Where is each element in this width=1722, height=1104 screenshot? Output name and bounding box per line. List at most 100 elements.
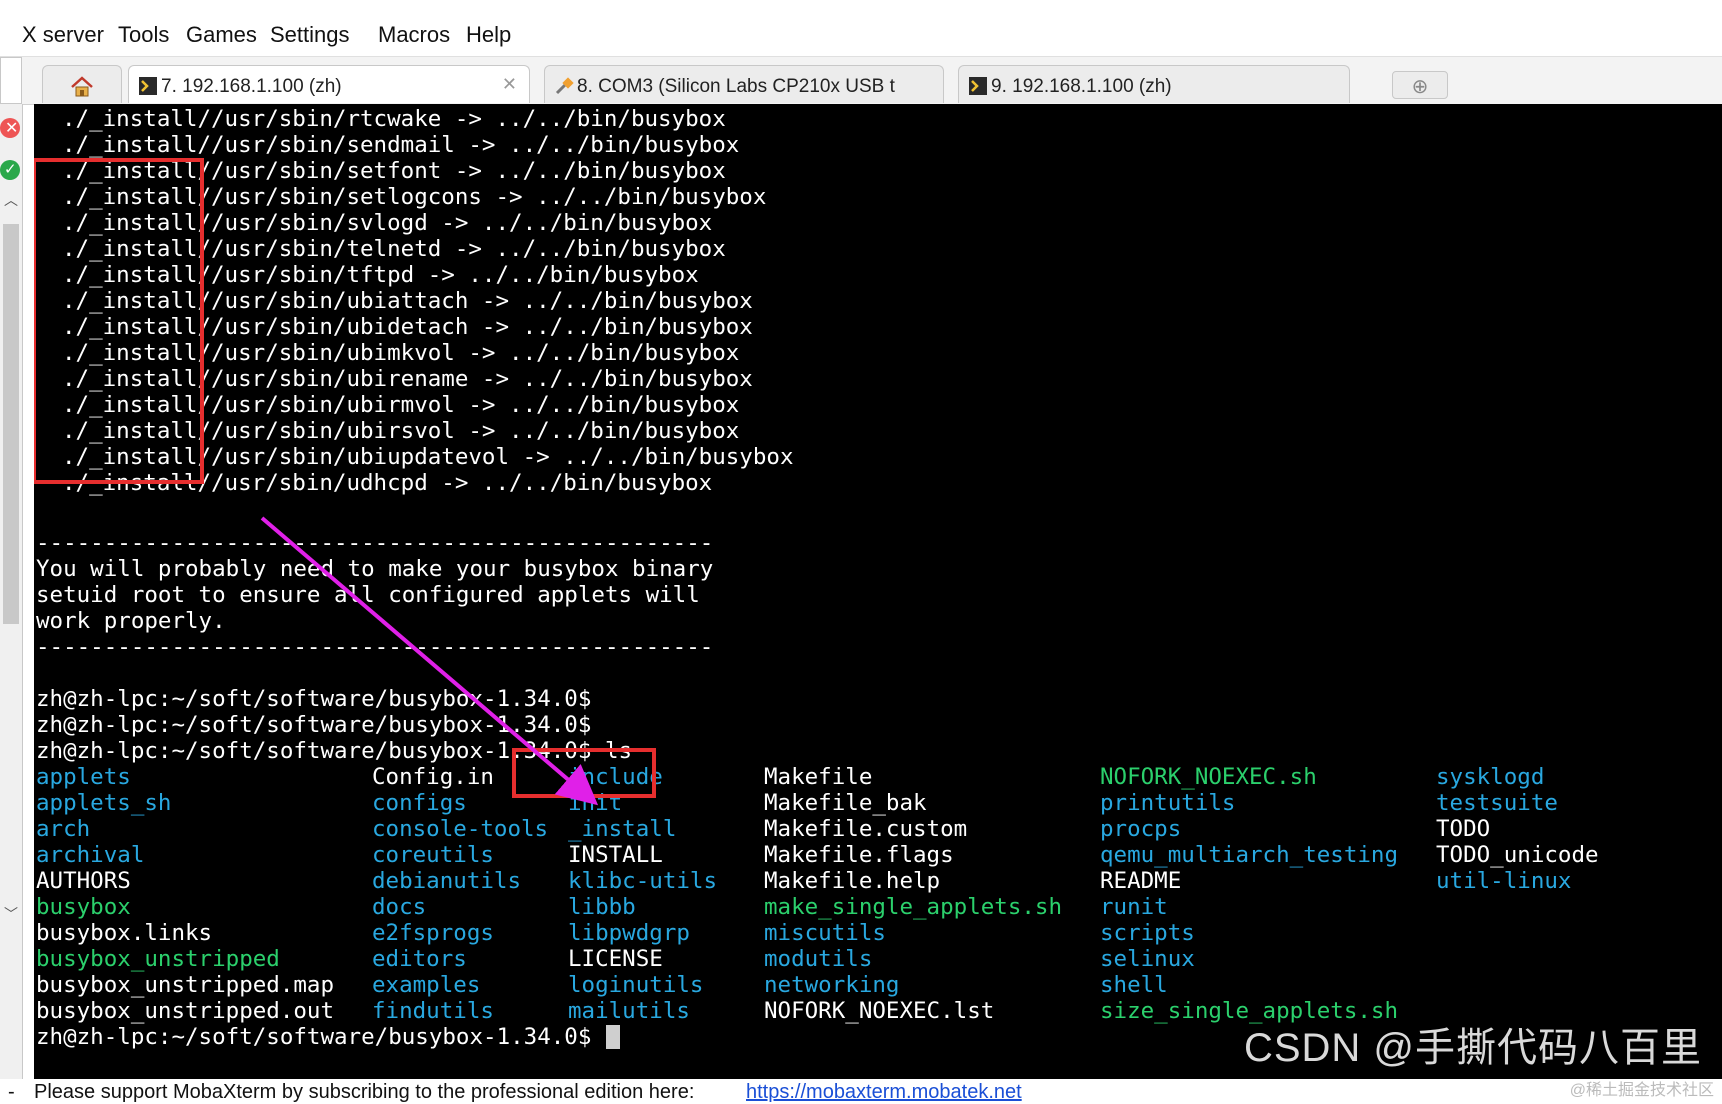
- new-tab-button[interactable]: ⊕: [1392, 71, 1448, 99]
- ls-entry: selinux: [1100, 946, 1195, 972]
- ls-entry: procps: [1100, 816, 1182, 842]
- ls-entry: TODO: [1436, 816, 1491, 842]
- ls-entry: busybox: [36, 894, 131, 920]
- ls-entry: findutils: [372, 998, 494, 1024]
- plus-icon: ⊕: [1411, 76, 1429, 98]
- ls-entry: _install: [568, 816, 677, 842]
- ls-entry: NOFORK_NOEXEC.lst: [764, 998, 995, 1024]
- annotation-red-box-install-prefix: [34, 158, 204, 484]
- home-tab[interactable]: [42, 65, 122, 103]
- terminal-icon: [969, 77, 987, 95]
- separator-line: ----------------------------------------…: [36, 530, 714, 556]
- ls-entry: qemu_multiarch_testing: [1100, 842, 1399, 868]
- ls-entry: Makefile_bak: [764, 790, 927, 816]
- prompt-line: zh@zh-lpc:~/soft/software/busybox-1.34.0…: [36, 686, 592, 712]
- ls-entry: shell: [1100, 972, 1168, 998]
- ls-entry: Makefile.custom: [764, 816, 968, 842]
- ls-entry: runit: [1100, 894, 1168, 920]
- ls-entry: libbb: [568, 894, 636, 920]
- ls-entry: Makefile: [764, 764, 873, 790]
- ls-entry: modutils: [764, 946, 873, 972]
- ls-entry: INSTALL: [568, 842, 663, 868]
- ls-entry: sysklogd: [1436, 764, 1545, 790]
- ls-entry: Makefile.flags: [764, 842, 954, 868]
- message-line: setuid root to ensure all configured app…: [36, 582, 700, 608]
- message-line: work properly.: [36, 608, 226, 634]
- terminal-cursor: [605, 1025, 620, 1049]
- prompt-line: zh@zh-lpc:~/soft/software/busybox-1.34.0…: [36, 1024, 592, 1050]
- install-output-line: ./_install//usr/sbin/rtcwake -> ../../bi…: [62, 106, 726, 132]
- terminal-icon: [139, 77, 157, 95]
- menu-x-server[interactable]: X server: [22, 22, 104, 48]
- serial-plug-icon: [555, 77, 574, 95]
- scroll-down-icon[interactable]: ﹀: [4, 904, 18, 924]
- ls-entry: Config.in: [372, 764, 494, 790]
- menu-macros[interactable]: Macros: [378, 22, 450, 48]
- ls-entry: testsuite: [1436, 790, 1558, 816]
- tab-session-7[interactable]: 7. 192.168.1.100 (zh) ✕: [128, 65, 530, 103]
- ls-entry: applets_sh: [36, 790, 172, 816]
- ls-entry: libpwdgrp: [568, 920, 690, 946]
- ls-entry: configs: [372, 790, 467, 816]
- ls-entry: busybox_unstripped.map: [36, 972, 335, 998]
- ls-entry: make_single_applets.sh: [764, 894, 1063, 920]
- ls-entry: archival: [36, 842, 145, 868]
- watermark-small: @稀土掘金技术社区: [1569, 1082, 1714, 1099]
- install-output-line: ./_install//usr/sbin/sendmail -> ../../b…: [62, 132, 740, 158]
- separator-line: ----------------------------------------…: [36, 634, 714, 660]
- ls-entry: AUTHORS: [36, 868, 131, 894]
- scrollbar-thumb[interactable]: [3, 224, 19, 624]
- ls-entry: busybox_unstripped: [36, 946, 280, 972]
- prompt-line: zh@zh-lpc:~/soft/software/busybox-1.34.0…: [36, 712, 592, 738]
- tab-session-8[interactable]: 8. COM3 (Silicon Labs CP210x USB t: [544, 65, 944, 103]
- tab-label: 8. COM3 (Silicon Labs CP210x USB t: [577, 76, 895, 97]
- ls-entry: mailutils: [568, 998, 690, 1024]
- watermark: CSDN @手撕代码八百里: [1243, 1026, 1702, 1070]
- menu-tools[interactable]: Tools: [118, 22, 169, 48]
- home-icon: [71, 76, 93, 97]
- ok-status-icon: ✓: [0, 160, 20, 180]
- terminal-view[interactable]: ./_install//usr/sbin/rtcwake -> ../../bi…: [34, 104, 1722, 1079]
- ls-entry: util-linux: [1436, 868, 1572, 894]
- ls-entry: Makefile.help: [764, 868, 941, 894]
- error-status-icon: ✕: [0, 118, 20, 138]
- ls-entry: loginutils: [568, 972, 704, 998]
- ls-entry: busybox.links: [36, 920, 213, 946]
- left-sidebar: ✕ ✓ ︿ ﹀: [0, 104, 23, 1084]
- sidebar-header: [0, 57, 22, 104]
- ls-entry: editors: [372, 946, 467, 972]
- menu-games[interactable]: Games: [186, 22, 257, 48]
- tab-label: 7. 192.168.1.100 (zh): [161, 76, 342, 97]
- ls-entry: klibc-utils: [568, 868, 718, 894]
- ls-entry: e2fsprogs: [372, 920, 494, 946]
- ls-entry: examples: [372, 972, 481, 998]
- status-message: Please support MobaXterm by subscribing …: [34, 1081, 695, 1103]
- ls-entry: NOFORK_NOEXEC.sh: [1100, 764, 1317, 790]
- ls-entry: busybox_unstripped.out: [36, 998, 335, 1024]
- ls-entry: debianutils: [372, 868, 522, 894]
- menu-settings[interactable]: Settings: [270, 22, 350, 48]
- tab-session-9[interactable]: 9. 192.168.1.100 (zh): [958, 65, 1350, 103]
- message-line: You will probably need to make your busy…: [36, 556, 714, 582]
- ls-entry: networking: [764, 972, 900, 998]
- close-icon[interactable]: ✕: [502, 74, 517, 95]
- ls-entry: printutils: [1100, 790, 1236, 816]
- menu-bar: X server Tools Games Settings Macros Hel…: [0, 0, 1722, 57]
- ls-entry: coreutils: [372, 842, 494, 868]
- ls-entry: scripts: [1100, 920, 1195, 946]
- menu-help[interactable]: Help: [466, 22, 511, 48]
- ls-entry: TODO_unicode: [1436, 842, 1599, 868]
- annotation-red-box-install-dir: [512, 748, 656, 798]
- status-bullet: -: [8, 1081, 15, 1103]
- ls-entry: miscutils: [764, 920, 886, 946]
- ls-entry: docs: [372, 894, 427, 920]
- mobaxterm-link[interactable]: https://mobaxterm.mobatek.net: [746, 1081, 1022, 1104]
- ls-entry: LICENSE: [568, 946, 663, 972]
- scroll-up-icon[interactable]: ︿: [4, 190, 18, 210]
- tab-bar: 7. 192.168.1.100 (zh) ✕ 8. COM3 (Silicon…: [0, 57, 1722, 105]
- ls-entry: README: [1100, 868, 1182, 894]
- ls-entry: arch: [36, 816, 91, 842]
- tab-label: 9. 192.168.1.100 (zh): [991, 76, 1172, 97]
- status-bar: - Please support MobaXterm by subscribin…: [0, 1079, 1722, 1104]
- ls-entry: console-tools: [372, 816, 549, 842]
